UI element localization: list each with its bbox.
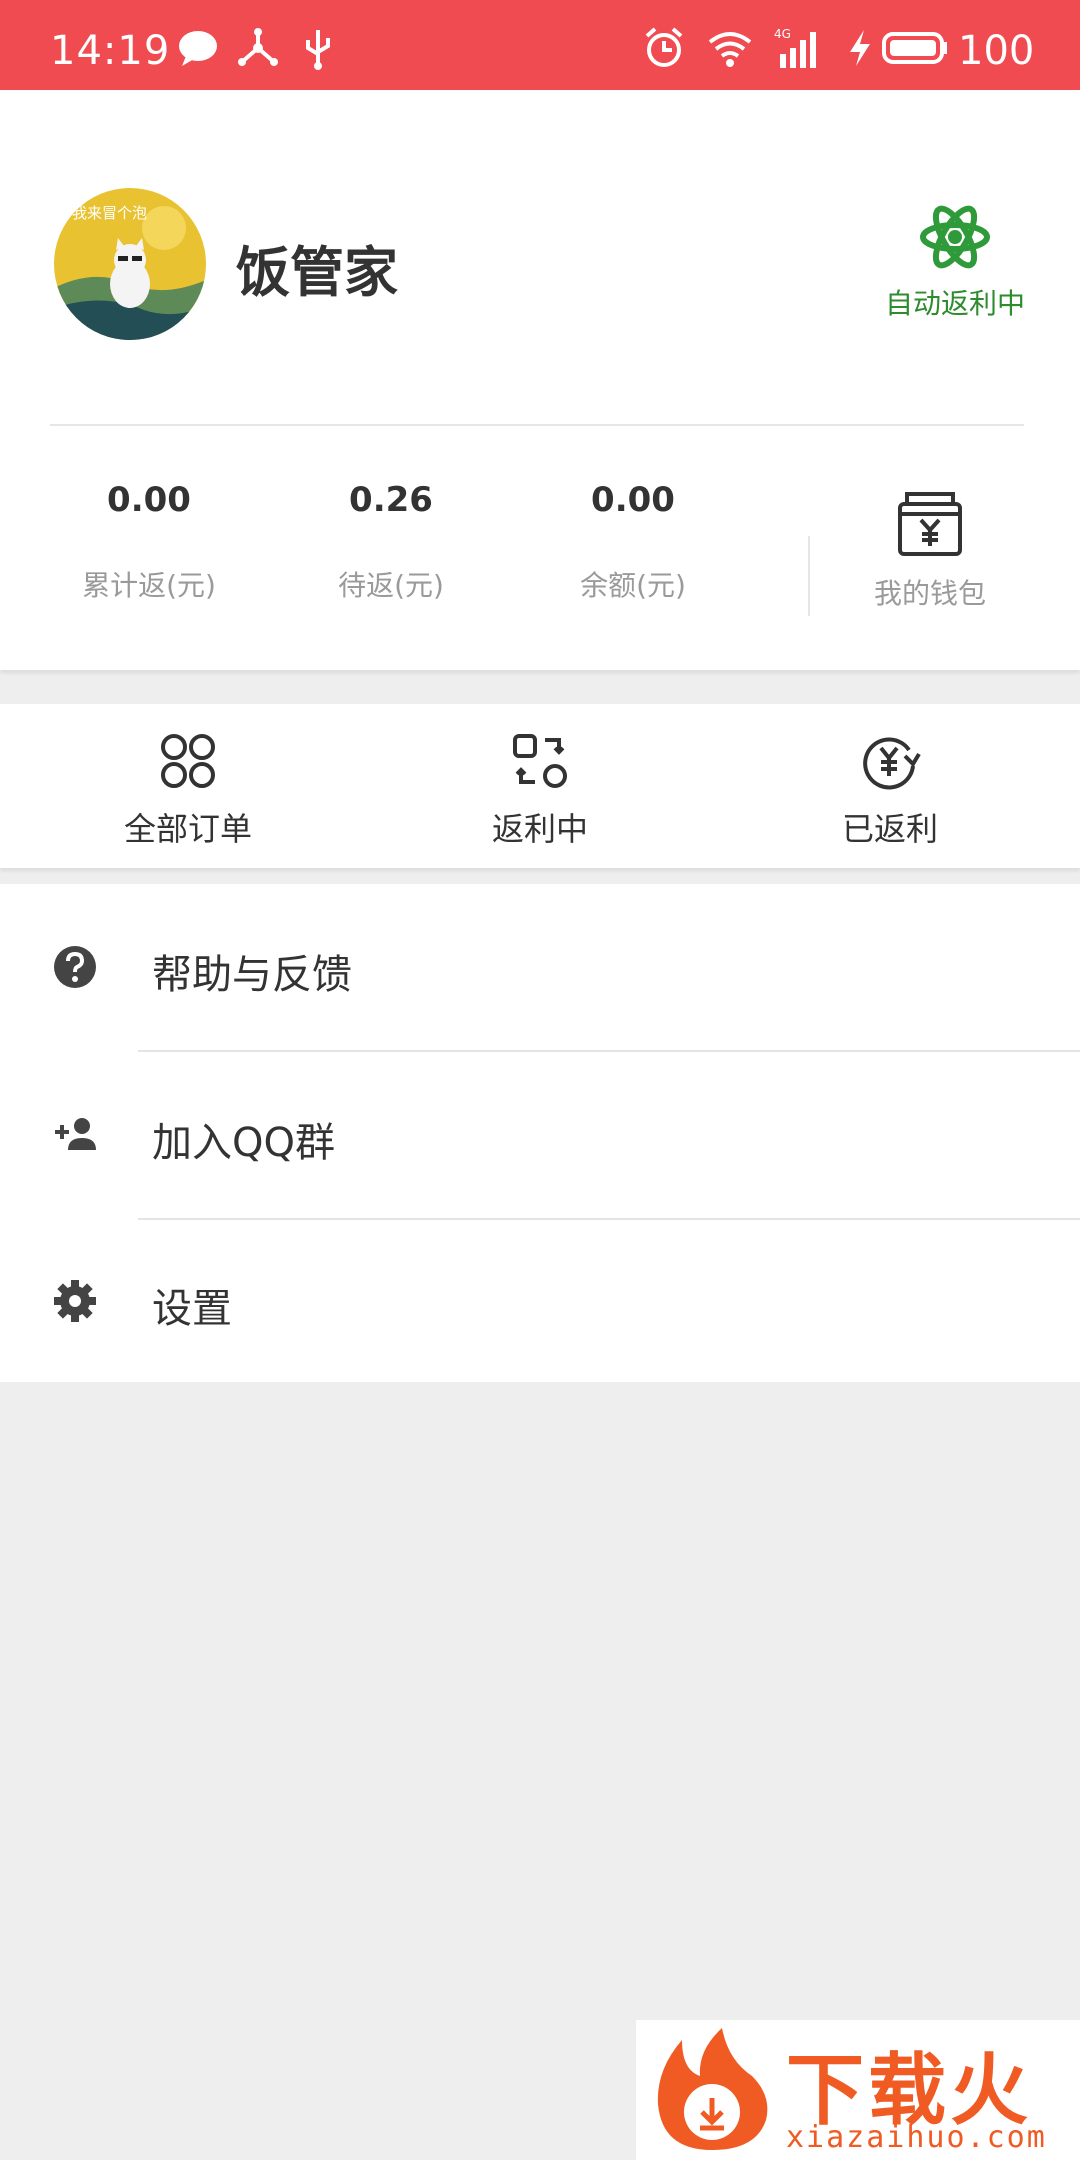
order-label: 已返利 <box>841 810 938 848</box>
stat-balance[interactable]: 0.00 余额(元) <box>533 480 733 604</box>
profile-card: 我来冒个泡 饭管家 自动返利中 0.00 累计返(元) 0.26 待返(元) 0… <box>0 90 1080 670</box>
add-person-icon <box>55 1118 96 1150</box>
gear-icon <box>54 1280 96 1322</box>
status-bar: 14:19 4G 100 <box>0 0 1080 90</box>
menu-item-settings[interactable]: 设置 <box>0 1218 1080 1384</box>
stat-value: 0.00 <box>591 480 675 520</box>
charging-icon <box>850 30 870 66</box>
orders-row: 全部订单 返利中 已返利 <box>0 704 1080 868</box>
all-orders-button[interactable]: 全部订单 <box>58 730 318 850</box>
stat-label: 余额(元) <box>580 569 686 602</box>
stat-pending-rebate[interactable]: 0.26 待返(元) <box>291 480 491 604</box>
auto-rebate-label: 自动返利中 <box>884 287 1025 320</box>
order-label: 返利中 <box>491 810 588 848</box>
flame-logo-icon <box>657 2028 768 2150</box>
wallet-label: 我的钱包 <box>873 577 986 610</box>
signal-icon: 4G <box>774 27 816 68</box>
stats-divider <box>808 536 810 616</box>
yuan-refund-icon <box>863 737 921 790</box>
wallet-icon <box>898 492 962 556</box>
avatar[interactable]: 我来冒个泡 <box>54 188 206 340</box>
status-time: 14:19 <box>50 28 171 74</box>
help-icon <box>54 946 96 988</box>
usb-icon <box>306 30 330 70</box>
stat-label: 累计返(元) <box>82 569 216 602</box>
avatar-caption: 我来冒个泡 <box>72 204 147 222</box>
cat-avatar-image: 我来冒个泡 <box>54 188 206 340</box>
profile-divider <box>50 424 1024 426</box>
rebated-orders-button[interactable]: 已返利 <box>760 730 1020 850</box>
battery-icon <box>882 32 947 64</box>
network-type-label: 4G <box>774 27 791 41</box>
message-icon <box>179 31 217 66</box>
atom-icon <box>920 205 990 269</box>
menu-item-help[interactable]: 帮助与反馈 <box>0 884 1080 1050</box>
menu-label: 加入QQ群 <box>152 1120 335 1166</box>
exchange-icon <box>513 734 567 788</box>
clover-icon <box>161 734 215 788</box>
stat-total-rebate[interactable]: 0.00 累计返(元) <box>49 480 249 604</box>
order-label: 全部订单 <box>123 810 252 848</box>
menu-list: 帮助与反馈 加入QQ群 设置 <box>0 884 1080 1382</box>
auto-rebate-status[interactable]: 自动返利中 <box>870 202 1040 322</box>
stat-value: 0.00 <box>107 480 191 520</box>
stat-label: 待返(元) <box>338 569 444 602</box>
rebating-orders-button[interactable]: 返利中 <box>410 730 670 850</box>
battery-level: 100 <box>958 28 1035 74</box>
menu-item-join-qq[interactable]: 加入QQ群 <box>0 1052 1080 1218</box>
share-icon <box>238 28 278 66</box>
wallet-button[interactable]: 我的钱包 <box>850 490 1010 612</box>
wifi-icon <box>708 32 752 67</box>
menu-label: 设置 <box>152 1286 232 1332</box>
username: 饭管家 <box>236 241 398 304</box>
alarm-icon <box>645 27 683 67</box>
stat-value: 0.26 <box>349 480 433 520</box>
menu-label: 帮助与反馈 <box>152 952 352 998</box>
watermark-logo: 下载火 xiazaihuo.com <box>636 2020 1080 2160</box>
watermark-subtitle: xiazaihuo.com <box>786 2120 1047 2155</box>
